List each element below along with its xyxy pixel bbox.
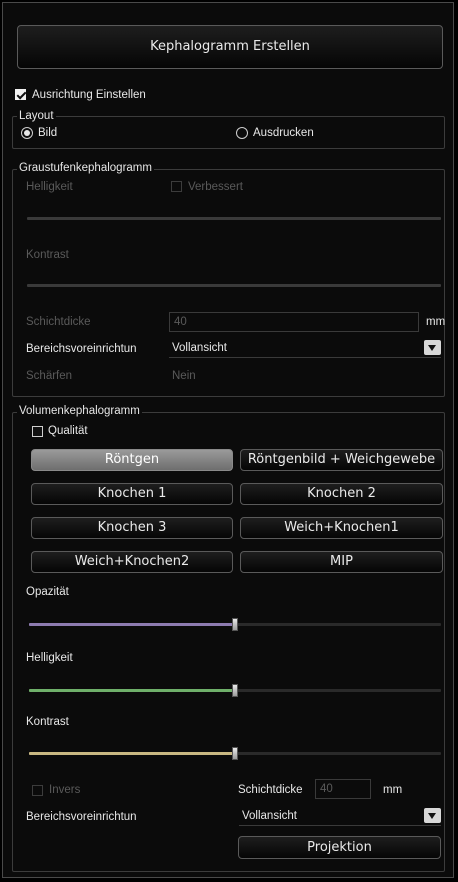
opacity-slider-fill (29, 623, 235, 626)
layout-group (12, 116, 445, 149)
chevron-down-icon[interactable] (424, 808, 441, 823)
preset-weich-knochen2-button[interactable]: Weich+Knochen2 (31, 551, 233, 573)
volume-contrast-label: Kontrast (26, 716, 69, 728)
volume-contrast-slider[interactable] (29, 747, 441, 760)
kephalogram-panel: Kephalogramm Erstellen Ausrichtung Einst… (2, 2, 454, 878)
layout-title: Layout (17, 110, 56, 123)
opacity-slider-thumb[interactable] (232, 618, 238, 631)
volume-slice-input[interactable]: 40 (315, 779, 371, 799)
quality-checkbox[interactable] (32, 426, 43, 437)
grayscale-range-value: Vollansicht (172, 342, 227, 354)
preset-roentgen-button[interactable]: Röntgen (31, 449, 233, 471)
volume-title: Volumenkephalogramm (17, 405, 142, 418)
volume-group (12, 412, 445, 872)
orientation-label: Ausrichtung Einstellen (32, 89, 146, 101)
volume-range-select[interactable]: Vollansicht (239, 807, 441, 826)
volume-slice-unit: mm (383, 784, 403, 796)
grayscale-contrast-slider[interactable] (27, 284, 441, 287)
contrast-slider-thumb[interactable] (232, 747, 238, 760)
grayscale-range-label: Bereichsvoreinrichtun (26, 343, 137, 355)
volume-range-value: Vollansicht (242, 810, 297, 822)
layout-option-ausdrucken[interactable]: Ausdrucken (253, 126, 314, 140)
layout-option-bild[interactable]: Bild (38, 126, 57, 140)
quality-label: Qualität (48, 425, 88, 437)
brightness-slider-thumb[interactable] (232, 684, 238, 697)
grayscale-slice-label: Schichtdicke (26, 316, 91, 328)
improved-label: Verbessert (188, 181, 243, 193)
volume-range-label: Bereichsvoreinrichtun (26, 811, 137, 823)
sharpen-value: Nein (172, 370, 196, 382)
opacity-label: Opazität (26, 586, 69, 598)
preset-knochen2-button[interactable]: Knochen 2 (240, 483, 443, 505)
preset-knochen1-button[interactable]: Knochen 1 (31, 483, 233, 505)
projection-button[interactable]: Projektion (238, 836, 441, 859)
preset-mip-button[interactable]: MIP (240, 551, 443, 573)
grayscale-group (12, 169, 445, 397)
invert-label: Invers (49, 784, 81, 796)
brightness-slider-fill (29, 689, 235, 692)
preset-knochen3-button[interactable]: Knochen 3 (31, 517, 233, 539)
volume-brightness-label: Helligkeit (26, 652, 73, 664)
grayscale-title: Graustufenkephalogramm (17, 162, 154, 175)
create-kephalogram-button[interactable]: Kephalogramm Erstellen (17, 25, 443, 69)
layout-radio-bild[interactable] (21, 127, 33, 139)
grayscale-brightness-label: Helligkeit (26, 181, 73, 193)
volume-slice-label: Schichtdicke (238, 784, 303, 796)
grayscale-slice-input[interactable]: 40 (169, 312, 419, 332)
grayscale-contrast-label: Kontrast (26, 249, 69, 261)
grayscale-range-select[interactable]: Vollansicht (169, 339, 441, 358)
opacity-slider[interactable] (29, 618, 441, 631)
invert-checkbox[interactable] (32, 785, 43, 796)
grayscale-brightness-slider[interactable] (27, 217, 441, 220)
contrast-slider-fill (29, 752, 235, 755)
grayscale-slice-unit: mm (426, 316, 446, 328)
layout-radio-ausdrucken[interactable] (236, 127, 248, 139)
orientation-checkbox[interactable] (15, 89, 26, 100)
preset-roentgen-weichgewebe-button[interactable]: Röntgenbild + Weichgewebe (240, 449, 443, 471)
improved-checkbox[interactable] (171, 181, 182, 192)
volume-brightness-slider[interactable] (29, 684, 441, 697)
preset-weich-knochen1-button[interactable]: Weich+Knochen1 (240, 517, 443, 539)
chevron-down-icon[interactable] (424, 340, 441, 355)
sharpen-label: Schärfen (26, 370, 73, 382)
